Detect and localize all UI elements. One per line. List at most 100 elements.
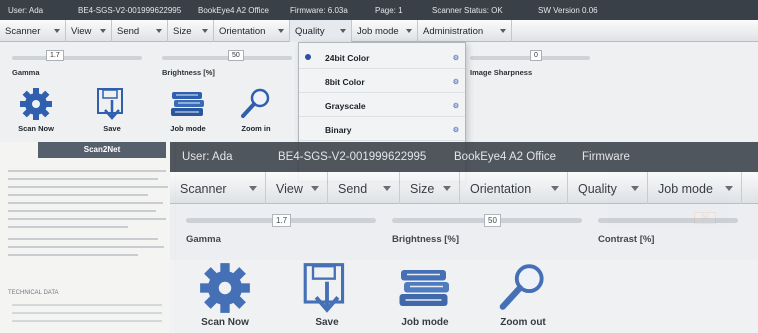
chevron-down-icon [156, 29, 162, 33]
zoomed-toolbar-icons: Scan Now Save Job mode Zoom out [170, 260, 758, 333]
menu-orientation[interactable]: Orientation [214, 20, 290, 42]
quality-option-label: 24bit Color [325, 53, 370, 63]
zoomed-menu-scanner[interactable]: Scanner [170, 172, 266, 204]
zoom-in-button[interactable]: Zoom in [226, 86, 286, 138]
quality-option-label: Binary [325, 125, 352, 135]
brightness-slider[interactable] [162, 56, 292, 60]
zoomed-menu-bar: Scanner View Send Size Orientation Quali… [170, 172, 758, 204]
menu-job-mode-label: Job mode [357, 26, 399, 37]
zoomed-save-button[interactable]: Save [286, 260, 368, 333]
chevron-down-icon [383, 186, 391, 191]
zoomed-menu-size[interactable]: Size [400, 172, 460, 204]
zoom-in-label: Zoom in [241, 124, 271, 133]
zoomed-status-product: BookEye4 A2 Office [454, 151, 557, 163]
status-bar: User: Ada BE4-SGS-V2-001999622995 BookEy… [0, 0, 758, 20]
chevron-down-icon [725, 186, 733, 191]
chevron-down-icon [406, 29, 412, 33]
menu-size[interactable]: Size [168, 20, 214, 42]
zoomed-save-label: Save [315, 317, 339, 328]
zoomed-menu-send[interactable]: Send [328, 172, 400, 204]
text-line [8, 186, 168, 188]
quality-option-binary[interactable]: Binary ⚙ [299, 117, 465, 141]
menu-scanner-label: Scanner [5, 26, 41, 37]
text-line [8, 194, 148, 196]
magnifier-icon [241, 88, 270, 118]
menu-scanner[interactable]: Scanner [0, 20, 66, 42]
text-line [8, 210, 156, 212]
zoomed-slider-row: 1.7 Gamma 50 Brightness [%] Contrast [%] [170, 204, 758, 260]
spec-row [12, 304, 162, 306]
zoomed-menu-job-mode[interactable]: Job mode [648, 172, 742, 204]
chevron-down-icon [100, 29, 106, 33]
zoomed-menu-quality[interactable]: Quality [568, 172, 648, 204]
menu-orientation-label: Orientation [219, 26, 266, 37]
quality-option-grayscale[interactable]: Grayscale ⚙ [299, 93, 465, 117]
zoomed-status-user: User: Ada [182, 151, 233, 163]
text-line [8, 178, 158, 180]
settings-dot-icon: ⚙ [452, 55, 459, 62]
save-label: Save [103, 124, 121, 133]
quality-option-24bit[interactable]: 24bit Color ⚙ [299, 45, 465, 69]
zoomed-menu-job-mode-label: Job mode [658, 182, 713, 196]
floppy-save-icon [303, 263, 345, 313]
menu-quality-label: Quality [295, 26, 325, 37]
zoomed-contrast-slider[interactable] [598, 218, 738, 223]
zoomed-menu-orientation-label: Orientation [470, 182, 532, 196]
zoomed-menu-size-label: Size [410, 182, 435, 196]
chevron-down-icon [340, 29, 346, 33]
zoomed-menu-view[interactable]: View [266, 172, 328, 204]
zoomed-job-mode-button[interactable]: Job mode [384, 260, 466, 333]
status-firmware: Firmware: 6.03a [290, 6, 348, 15]
job-mode-button[interactable]: Job mode [158, 86, 218, 138]
menu-send-label: Send [117, 26, 140, 37]
chevron-down-icon [202, 29, 208, 33]
menu-send[interactable]: Send [112, 20, 168, 42]
zoomed-contrast-label: Contrast [%] [598, 234, 655, 245]
document-banner: Scan2Net [38, 142, 166, 158]
zoomed-menu-scanner-label: Scanner [180, 182, 227, 196]
save-button[interactable]: Save [82, 86, 142, 138]
menu-quality[interactable]: Quality [290, 20, 352, 42]
zoomed-brightness-label: Brightness [%] [392, 234, 460, 245]
text-line [8, 246, 164, 248]
gamma-value: 1.7 [46, 50, 64, 61]
chevron-down-icon [54, 29, 60, 33]
text-line [8, 226, 128, 228]
chevron-down-icon [278, 29, 284, 33]
zoomed-menu-view-label: View [276, 182, 303, 196]
zoomed-status-bar: User: Ada BE4-SGS-V2-001999622995 BookEy… [170, 142, 758, 172]
zoomed-app-window: User: Ada BE4-SGS-V2-001999622995 BookEy… [170, 142, 758, 333]
text-line [8, 202, 163, 204]
zoomed-zoom-out-button[interactable]: Zoom out [482, 260, 564, 333]
menu-view-label: View [71, 26, 92, 37]
menu-size-label: Size [173, 26, 192, 37]
status-user: User: Ada [8, 6, 44, 15]
scan-now-button[interactable]: Scan Now [6, 86, 66, 138]
brightness-label: Brightness [%] [162, 68, 215, 77]
gamma-slider[interactable] [12, 56, 142, 60]
books-icon [399, 270, 449, 306]
text-line [8, 254, 138, 256]
settings-dot-icon: ⚙ [452, 127, 459, 134]
status-sw-version: SW Version 0.06 [538, 6, 598, 15]
chevron-down-icon [443, 186, 451, 191]
toolbar-icons: Scan Now Save Job mode Zoom in [0, 86, 290, 138]
quality-option-8bit[interactable]: 8bit Color ⚙ [299, 69, 465, 93]
scan2net-document: Scan2Net TECHNICAL DATA [0, 142, 176, 333]
status-product: BookEye4 A2 Office [198, 6, 270, 15]
chevron-down-icon [551, 186, 559, 191]
quality-option-label: Grayscale [325, 101, 366, 111]
menu-job-mode[interactable]: Job mode [352, 20, 418, 42]
menu-view[interactable]: View [66, 20, 112, 42]
menu-administration[interactable]: Administration [418, 20, 512, 42]
zoomed-menu-orientation[interactable]: Orientation [460, 172, 568, 204]
zoomed-scan-now-button[interactable]: Scan Now [184, 260, 266, 333]
zoomed-gamma-value: 1.7 [272, 214, 292, 227]
job-mode-label: Job mode [170, 124, 206, 133]
gear-icon [200, 263, 250, 313]
sharpness-value: 0 [530, 50, 542, 61]
sharpness-label: Image Sharpness [470, 68, 533, 77]
status-device-id: BE4-SGS-V2-001999622995 [78, 6, 182, 15]
chevron-down-icon [500, 29, 506, 33]
zoomed-scan-now-label: Scan Now [201, 317, 249, 328]
